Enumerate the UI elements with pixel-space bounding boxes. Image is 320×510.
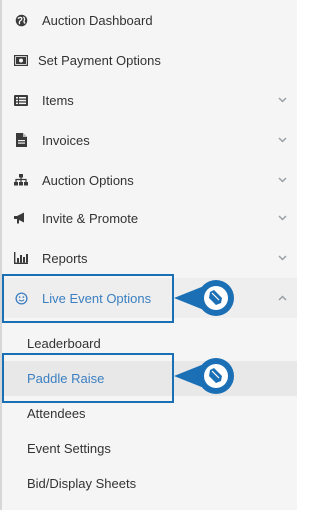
sidebar-item-invoices[interactable]: Invoices [4, 120, 297, 160]
subnav-item-event-settings[interactable]: Event Settings [4, 431, 297, 466]
subnav-item-paddle-raise[interactable]: Paddle Raise [4, 361, 297, 396]
subnav-item-leaderboard[interactable]: Leaderboard [4, 326, 297, 361]
sidebar-item-label: Live Event Options [42, 290, 152, 306]
document-icon [14, 133, 28, 147]
sidebar-item-live-event-options[interactable]: Live Event Options [4, 278, 297, 318]
chevron-down-icon [277, 135, 287, 145]
bar-chart-icon [14, 251, 28, 265]
sidebar-item-label: Reports [42, 250, 88, 266]
subnav-item-label: Event Settings [27, 441, 111, 456]
globe-icon [14, 13, 28, 27]
megaphone-icon [14, 211, 28, 225]
sidebar-item-reports[interactable]: Reports [4, 238, 297, 278]
sidebar-item-label: Auction Options [42, 172, 134, 188]
sidebar-item-invite-promote[interactable]: Invite & Promote [4, 198, 297, 238]
subnav-item-label: Attendees [27, 406, 86, 421]
sidebar-item-auction-dashboard[interactable]: Auction Dashboard [4, 0, 297, 40]
chevron-down-icon [277, 213, 287, 223]
sidebar-item-label: Invoices [42, 132, 90, 148]
smiley-icon [14, 291, 28, 305]
subnav-item-attendees[interactable]: Attendees [4, 396, 297, 431]
sidebar-item-auction-options[interactable]: Auction Options [4, 160, 297, 200]
sidebar-item-label: Auction Dashboard [42, 12, 153, 28]
chevron-up-icon [277, 293, 287, 303]
subnav-item-bid-display-sheets[interactable]: Bid/Display Sheets [4, 466, 297, 501]
sitemap-icon [14, 173, 28, 187]
sidebar-item-items[interactable]: Items [4, 80, 297, 120]
subnav-item-label: Paddle Raise [27, 371, 105, 386]
chevron-down-icon [277, 175, 287, 185]
chevron-down-icon [277, 95, 287, 105]
sidebar-item-set-payment-options[interactable]: Set Payment Options [4, 40, 297, 80]
sidebar-item-label: Set Payment Options [38, 52, 161, 68]
chevron-down-icon [277, 253, 287, 263]
list-icon [14, 93, 28, 107]
money-icon [14, 53, 28, 67]
sidebar-item-label: Invite & Promote [42, 210, 139, 226]
subnav-item-label: Bid/Display Sheets [27, 476, 137, 491]
sidebar-nav: Auction Dashboard Set Payment Options It… [0, 0, 297, 510]
sidebar-item-label: Items [42, 92, 74, 108]
subnav-item-label: Leaderboard [27, 336, 101, 351]
